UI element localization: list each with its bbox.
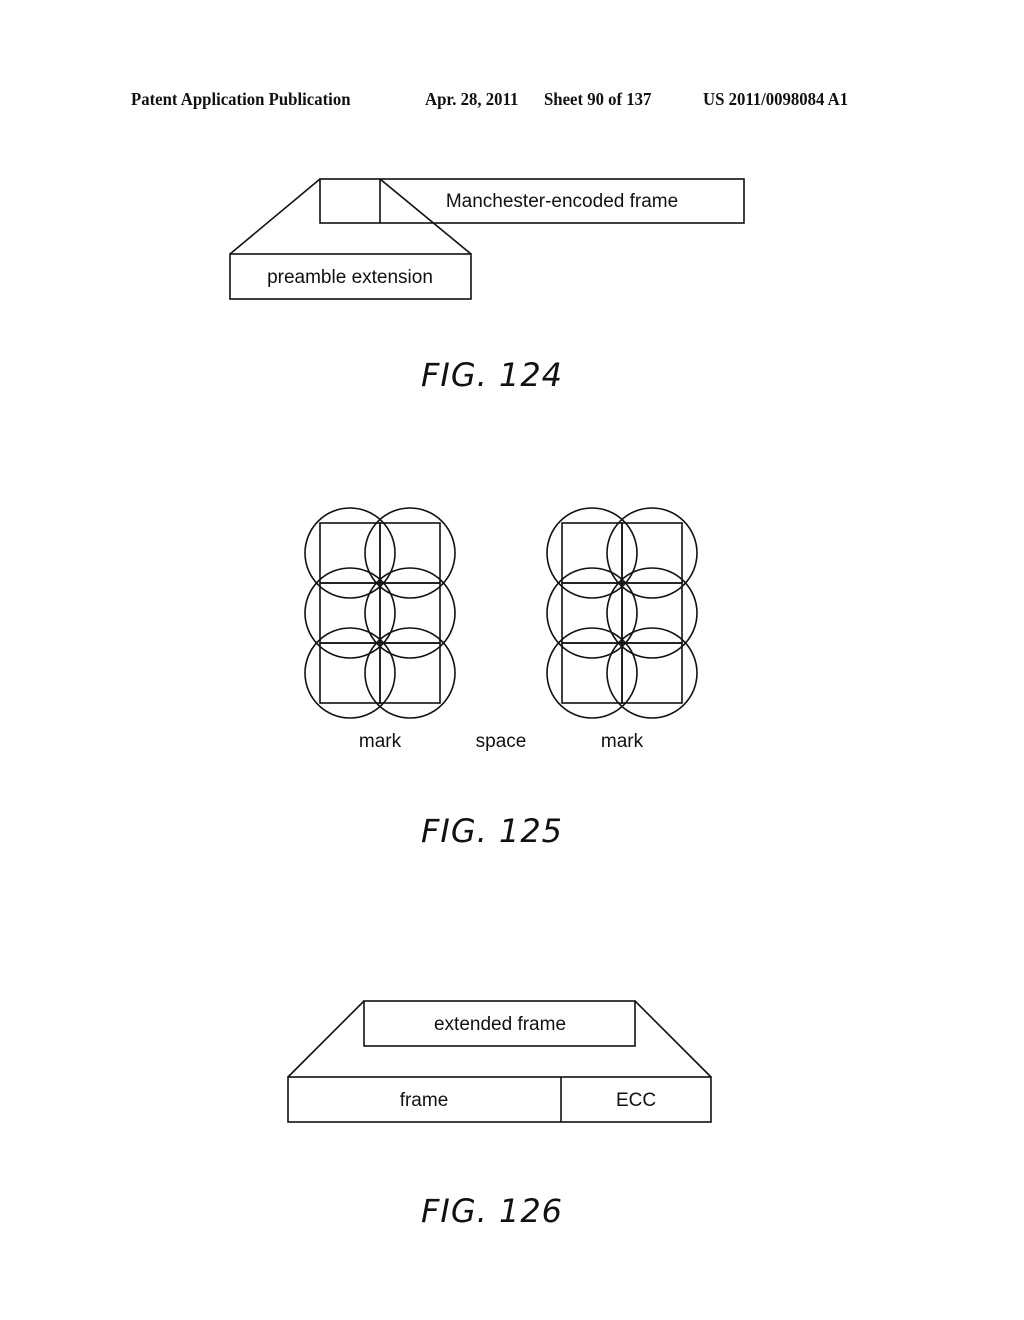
fig-124: Manchester-encoded frame preamble extens… [229,178,745,394]
mark-pattern-right [546,507,698,719]
dot-circle [304,507,396,599]
mark-label-left: mark [359,731,402,752]
mark-label-right: mark [601,731,644,752]
fig-126: extended frame frame ECC FIG. 126 [287,1000,712,1230]
drawing-sheet: Manchester-encoded frame preamble extens… [229,178,745,1230]
frame-label: frame [400,1090,449,1111]
expansion-line-left [229,178,321,255]
dot-circle [606,567,698,659]
manchester-frame-label: Manchester-encoded frame [446,191,678,212]
dot-circle [546,507,638,599]
dot-circle [546,567,638,659]
dot-circle [606,627,698,719]
extended-frame-label: extended frame [434,1014,566,1035]
expansion-line-left [287,1000,365,1078]
preamble-extension-label: preamble extension [267,267,433,288]
dot-circle [546,627,638,719]
expansion-line-right [634,1000,712,1078]
fig-124-caption: FIG. 124 [421,356,563,394]
fig-125: mark space mark FIG. 125 [304,507,698,850]
dot-circle [304,627,396,719]
dot-circle [364,507,456,599]
ecc-label: ECC [616,1090,656,1111]
fig-126-caption: FIG. 126 [421,1192,563,1230]
fig-125-caption: FIG. 125 [421,812,563,850]
dot-circle [304,567,396,659]
dot-circle [606,507,698,599]
dot-circle [364,627,456,719]
mark-pattern-left [304,507,456,719]
space-label: space [476,731,527,752]
dot-circle [364,567,456,659]
